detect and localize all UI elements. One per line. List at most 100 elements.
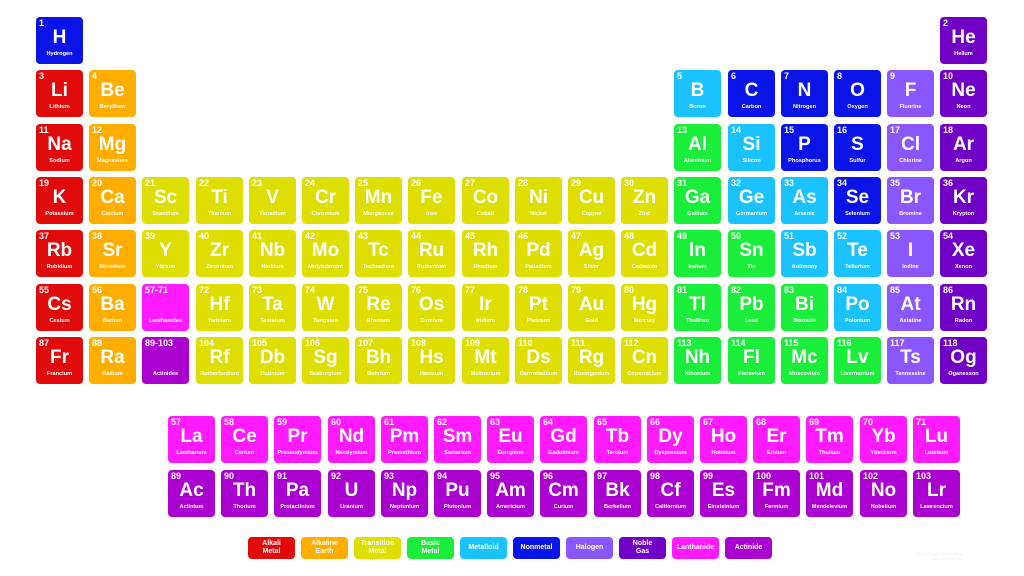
element-xenon[interactable]: 54 Xe Xenon <box>940 230 987 277</box>
element-bohrium[interactable]: 107 Bh Bohrium <box>355 337 402 384</box>
element-zinc[interactable]: 30 Zn Zinc <box>621 177 668 224</box>
element-lutetium[interactable]: 71 Lu Lutetium <box>913 416 960 463</box>
element-niobium[interactable]: 41 Nb Niobium <box>249 230 296 277</box>
element-tungsten[interactable]: 74 W Tungsten <box>302 284 349 331</box>
element-lead[interactable]: 82 Pb Lead <box>728 284 775 331</box>
element-thorium[interactable]: 90 Th Thorium <box>221 470 268 517</box>
element-promethium[interactable]: 61 Pm Promethium <box>381 416 428 463</box>
element-terbium[interactable]: 65 Tb Terbium <box>594 416 641 463</box>
element-mendelevium[interactable]: 101 Md Mendelevium <box>806 470 853 517</box>
element-francium[interactable]: 87 Fr Francium <box>36 337 83 384</box>
element-krypton[interactable]: 36 Kr Krypton <box>940 177 987 224</box>
element-platinum[interactable]: 78 Pt Platinum <box>515 284 562 331</box>
element-astatine[interactable]: 85 At Astatine <box>887 284 934 331</box>
element-seaborgium[interactable]: 106 Sg Seaborgium <box>302 337 349 384</box>
element-nihonium[interactable]: 113 Nh Nihonium <box>674 337 721 384</box>
element-phosphorus[interactable]: 15 P Phosphorus <box>781 124 828 171</box>
legend-basic[interactable]: Basic Metal <box>407 537 454 559</box>
element-rhodium[interactable]: 45 Rh Rhodium <box>462 230 509 277</box>
element-holmium[interactable]: 67 Ho Holmium <box>700 416 747 463</box>
element-polonium[interactable]: 84 Po Polonium <box>834 284 881 331</box>
element-beryllium[interactable]: 4 Be Beryllium <box>89 70 136 117</box>
element-strontium[interactable]: 38 Sr Strontium <box>89 230 136 277</box>
element-copernicium[interactable]: 112 Cn Copernicium <box>621 337 668 384</box>
element-tellurium[interactable]: 52 Te Tellurium <box>834 230 881 277</box>
element-ruthenium[interactable]: 44 Ru Ruthenium <box>408 230 455 277</box>
element-praseodymium[interactable]: 59 Pr Praseodymium <box>274 416 321 463</box>
element-livermorium[interactable]: 116 Lv Livermorium <box>834 337 881 384</box>
element-einsteinium[interactable]: 99 Es Einsteinium <box>700 470 747 517</box>
legend-halogen[interactable]: Halogen <box>566 537 613 559</box>
element-americium[interactable]: 95 Am Americium <box>487 470 534 517</box>
element-radium[interactable]: 88 Ra Radium <box>89 337 136 384</box>
element-curium[interactable]: 96 Cm Curium <box>540 470 587 517</box>
legend-noble[interactable]: Noble Gas <box>619 537 666 559</box>
element-uranium[interactable]: 92 U Uranium <box>328 470 375 517</box>
element-cadmium[interactable]: 48 Cd Cadmium <box>621 230 668 277</box>
element-lawrencium[interactable]: 103 Lr Lawrencium <box>913 470 960 517</box>
element-hafnium[interactable]: 72 Hf Hafnium <box>196 284 243 331</box>
element-nitrogen[interactable]: 7 N Nitrogen <box>781 70 828 117</box>
element-hydrogen[interactable]: 1 H Hydrogen <box>36 17 83 64</box>
element-yttrium[interactable]: 39 Y Yttrium <box>142 230 189 277</box>
element-helium[interactable]: 2 He Helium <box>940 17 987 64</box>
element-rhenium[interactable]: 75 Re Rhenium <box>355 284 402 331</box>
element-carbon[interactable]: 6 C Carbon <box>728 70 775 117</box>
element-arsenic[interactable]: 33 As Arsenic <box>781 177 828 224</box>
element-darmstadtium[interactable]: 110 Ds Darmstadtium <box>515 337 562 384</box>
element-titanium[interactable]: 22 Ti Titanium <box>196 177 243 224</box>
element-ytterbium[interactable]: 70 Yb Ytterbium <box>860 416 907 463</box>
element-flerovium[interactable]: 114 Fl Flerovium <box>728 337 775 384</box>
element-lithium[interactable]: 3 Li Lithium <box>36 70 83 117</box>
placeholder-actinides[interactable]: 89-103 Actinides <box>142 337 189 384</box>
element-germanium[interactable]: 32 Ge Germanium <box>728 177 775 224</box>
element-aluminum[interactable]: 13 Al Aluminum <box>674 124 721 171</box>
element-barium[interactable]: 56 Ba Barium <box>89 284 136 331</box>
element-tantalum[interactable]: 73 Ta Tantalum <box>249 284 296 331</box>
element-iridium[interactable]: 77 Ir Iridium <box>462 284 509 331</box>
element-osmium[interactable]: 76 Os Osmium <box>408 284 455 331</box>
legend-actinide[interactable]: Actinide <box>725 537 772 559</box>
element-chromium[interactable]: 24 Cr Chromium <box>302 177 349 224</box>
element-sulfur[interactable]: 16 S Sulfur <box>834 124 881 171</box>
element-cobalt[interactable]: 27 Co Cobalt <box>462 177 509 224</box>
element-erbium[interactable]: 68 Er Erbium <box>753 416 800 463</box>
element-gadolinium[interactable]: 64 Gd Gadolinium <box>540 416 587 463</box>
element-moscovium[interactable]: 115 Mc Moscovium <box>781 337 828 384</box>
element-molybdenum[interactable]: 42 Mo Molybdenum <box>302 230 349 277</box>
element-tin[interactable]: 50 Sn Tin <box>728 230 775 277</box>
element-boron[interactable]: 5 B Boron <box>674 70 721 117</box>
element-dysprosium[interactable]: 66 Dy Dysprosium <box>647 416 694 463</box>
element-copper[interactable]: 29 Cu Copper <box>568 177 615 224</box>
element-californium[interactable]: 98 Cf Californium <box>647 470 694 517</box>
element-nobelium[interactable]: 102 No Nobelium <box>860 470 907 517</box>
legend-alkaline[interactable]: Alkaline Earth <box>301 537 348 559</box>
element-gold[interactable]: 79 Au Gold <box>568 284 615 331</box>
element-berkelium[interactable]: 97 Bk Berkelium <box>594 470 641 517</box>
element-neodymium[interactable]: 60 Nd Neodymium <box>328 416 375 463</box>
legend-alkali[interactable]: Alkali Metal <box>248 537 295 559</box>
legend-lanthanide[interactable]: Lanthanide <box>672 537 719 559</box>
element-silver[interactable]: 47 Ag Silver <box>568 230 615 277</box>
element-silicon[interactable]: 14 Si Silicon <box>728 124 775 171</box>
legend-metalloid[interactable]: Metalloid <box>460 537 507 559</box>
element-iodine[interactable]: 53 I Iodine <box>887 230 934 277</box>
element-iron[interactable]: 26 Fe Iron <box>408 177 455 224</box>
element-sodium[interactable]: 11 Na Sodium <box>36 124 83 171</box>
element-zirconium[interactable]: 40 Zr Zirconium <box>196 230 243 277</box>
element-fermium[interactable]: 100 Fm Fermium <box>753 470 800 517</box>
element-antimony[interactable]: 51 Sb Antimony <box>781 230 828 277</box>
element-bromine[interactable]: 35 Br Bromine <box>887 177 934 224</box>
element-indium[interactable]: 49 In Indium <box>674 230 721 277</box>
element-selenium[interactable]: 34 Se Selenium <box>834 177 881 224</box>
element-thallium[interactable]: 81 Tl Thallium <box>674 284 721 331</box>
element-radon[interactable]: 86 Rn Radon <box>940 284 987 331</box>
element-cerium[interactable]: 58 Ce Cerium <box>221 416 268 463</box>
element-magnesium[interactable]: 12 Mg Magnesium <box>89 124 136 171</box>
element-bismuth[interactable]: 83 Bi Bismuth <box>781 284 828 331</box>
element-manganese[interactable]: 25 Mn Manganese <box>355 177 402 224</box>
legend-nonmetal[interactable]: Nonmetal <box>513 537 560 559</box>
element-fluorine[interactable]: 9 F Fluorine <box>887 70 934 117</box>
placeholder-lanthanides[interactable]: 57-71 Lanthanides <box>142 284 189 331</box>
element-potassium[interactable]: 19 K Potassium <box>36 177 83 224</box>
